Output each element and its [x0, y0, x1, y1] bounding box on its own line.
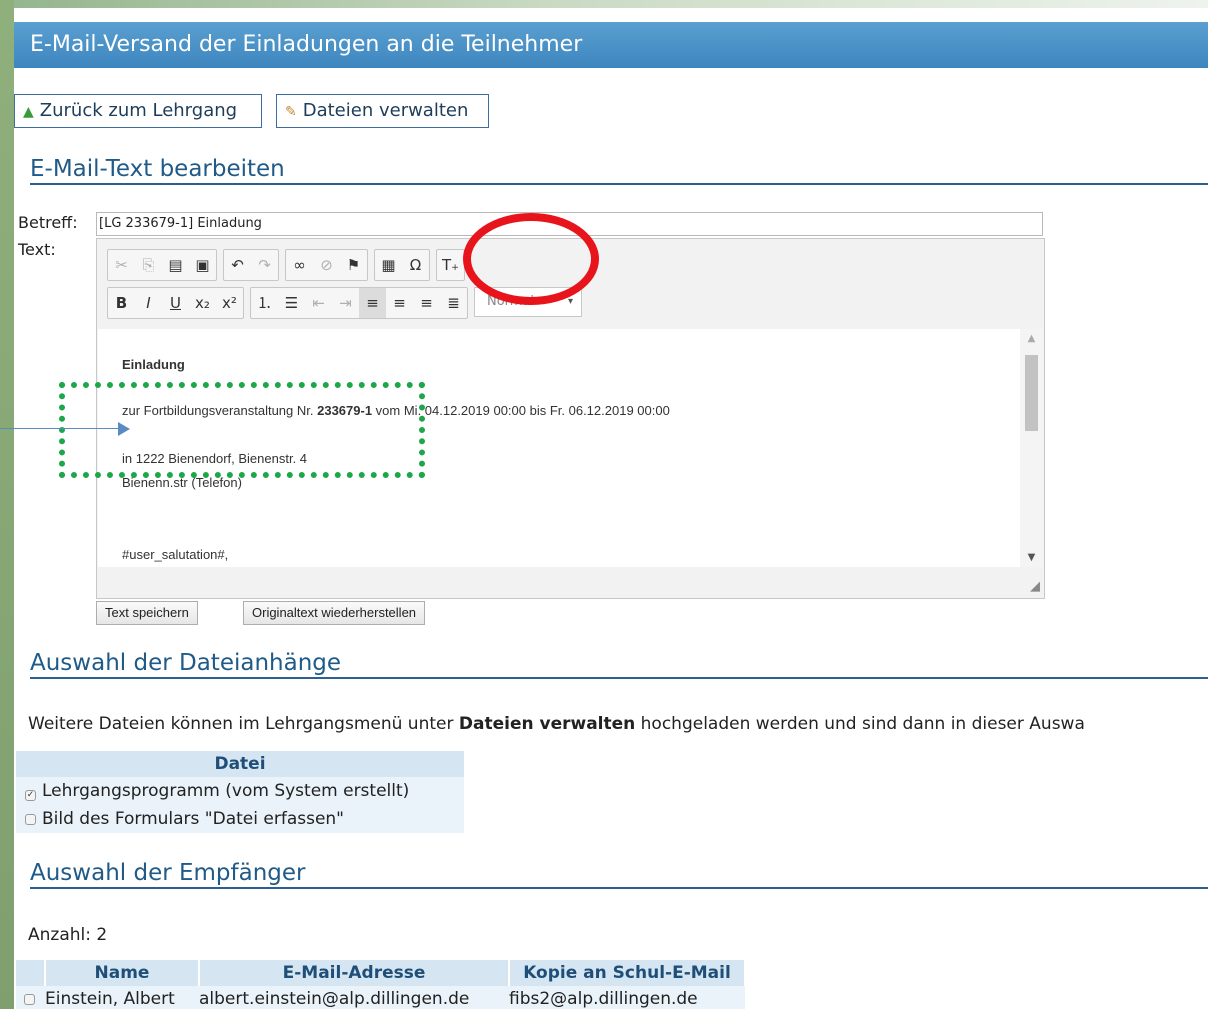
scroll-thumb[interactable] [1025, 355, 1038, 431]
restore-original-button[interactable]: Originaltext wiederherstellen [243, 601, 426, 625]
copy-icon[interactable]: ⎘ [135, 250, 162, 280]
bulleted-list-icon[interactable]: ☰ [278, 288, 305, 318]
scroll-up-icon[interactable]: ▲ [1020, 333, 1043, 344]
redo-icon[interactable]: ↷ [251, 250, 278, 280]
email-text-heading: E-Mail-Text bearbeiten [30, 156, 1208, 185]
info-suffix: hochgeladen werden und sind dann in dies… [635, 714, 1085, 734]
pointer-arrow-line [0, 428, 120, 429]
italic-icon[interactable]: I [135, 288, 162, 318]
link-icon[interactable]: ∞ [286, 250, 313, 280]
highlight-dotted-box [59, 382, 425, 478]
checkbox-unchecked[interactable] [25, 814, 36, 825]
table-row: ✓ Lehrgangsprogramm (vom System erstellt) [16, 777, 464, 805]
align-center-icon[interactable]: ≡ [386, 288, 413, 318]
outdent-icon[interactable]: ⇤ [305, 288, 332, 318]
align-left-icon[interactable]: ≡ [359, 288, 386, 318]
subject-label: Betreff: [18, 213, 78, 232]
cut-icon[interactable]: ✂ [108, 250, 135, 280]
checkbox-checked[interactable]: ✓ [25, 790, 36, 801]
recipients-heading: Auswahl der Empfänger [30, 860, 1208, 889]
edit-icon: ✎ [285, 104, 297, 120]
attachments-info: Weitere Dateien können im Lehrgangsmenü … [28, 714, 1085, 734]
attachments-table: Datei ✓ Lehrgangsprogramm (vom System ers… [16, 751, 464, 833]
highlight-circle [463, 213, 599, 305]
anchor-icon[interactable]: ⚑ [340, 250, 367, 280]
column-header-name: Name [45, 960, 200, 986]
special-char-icon[interactable]: Ω [402, 250, 429, 280]
column-header-email: E-Mail-Adresse [199, 960, 510, 986]
resize-handle-icon[interactable]: ◢ [1030, 579, 1040, 594]
editor-scrollbar[interactable]: ▲ ▼ [1020, 329, 1043, 567]
undo-icon[interactable]: ↶ [224, 250, 251, 280]
recipient-checkbox[interactable] [24, 994, 35, 1005]
info-bold: Dateien verwalten [458, 714, 636, 734]
align-right-icon[interactable]: ≡ [413, 288, 440, 318]
column-header-copy: Kopie an Schul-E-Mail [509, 960, 746, 986]
page: E-Mail-Versand der Einladungen an die Te… [14, 8, 1208, 1009]
text-label: Text: [18, 240, 56, 259]
info-prefix: Weitere Dateien können im Lehrgangsmenü … [28, 714, 459, 734]
file-name: Bild des Formulars "Datei erfassen" [42, 809, 344, 829]
indent-icon[interactable]: ⇥ [332, 288, 359, 318]
files-button-label: Dateien verwalten [302, 100, 469, 121]
page-title: E-Mail-Versand der Einladungen an die Te… [14, 22, 1208, 68]
justify-icon[interactable]: ≣ [440, 288, 467, 318]
body-line-title: Einladung [122, 357, 185, 372]
paste-icon[interactable]: ▤ [162, 250, 189, 280]
column-header-file: Datei [16, 751, 464, 777]
left-border [0, 0, 14, 1009]
unlink-icon[interactable]: ⊘ [313, 250, 340, 280]
table-row: Bild des Formulars "Datei erfassen" [16, 805, 464, 833]
recipients-table: Name E-Mail-Adresse Kopie an Schul-E-Mai… [16, 960, 746, 1009]
back-to-course-button[interactable]: ▲ Zurück zum Lehrgang [14, 94, 262, 128]
subscript-icon[interactable]: x₂ [189, 288, 216, 318]
placeholder-icon[interactable]: T₊ [437, 250, 464, 280]
recipient-email: albert.einstein@alp.dillingen.de [199, 986, 509, 1009]
manage-files-button[interactable]: ✎ Dateien verwalten [276, 94, 489, 128]
toolbar-row-1: ✂ ⎘ ▤ ▣ ↶ ↷ ∞ ⊘ ⚑ ▦ Ω T₊ [107, 249, 471, 281]
recipient-count: Anzahl: 2 [28, 925, 108, 945]
up-arrow-icon: ▲ [23, 104, 34, 120]
save-text-button[interactable]: Text speichern [96, 601, 198, 625]
bold-icon[interactable]: B [108, 288, 135, 318]
paste-word-icon[interactable]: ▣ [189, 250, 216, 280]
scroll-down-icon[interactable]: ▼ [1020, 552, 1043, 563]
underline-icon[interactable]: U [162, 288, 189, 318]
attachments-heading: Auswahl der Dateianhänge [30, 650, 1208, 679]
back-button-label: Zurück zum Lehrgang [39, 100, 238, 121]
body-line-salutation: #user_salutation#, [122, 547, 229, 562]
numbered-list-icon[interactable]: ⒈ [251, 288, 278, 318]
table-icon[interactable]: ▦ [375, 250, 402, 280]
select-column-header [16, 960, 46, 986]
file-name: Lehrgangsprogramm (vom System erstellt) [42, 781, 410, 801]
recipient-name: Einstein, Albert [45, 986, 199, 1009]
superscript-icon[interactable]: x² [216, 288, 243, 318]
recipient-copy: fibs2@alp.dillingen.de [509, 986, 745, 1009]
table-row: Einstein, Albert albert.einstein@alp.dil… [16, 986, 745, 1009]
pointer-arrow-icon [118, 422, 130, 436]
